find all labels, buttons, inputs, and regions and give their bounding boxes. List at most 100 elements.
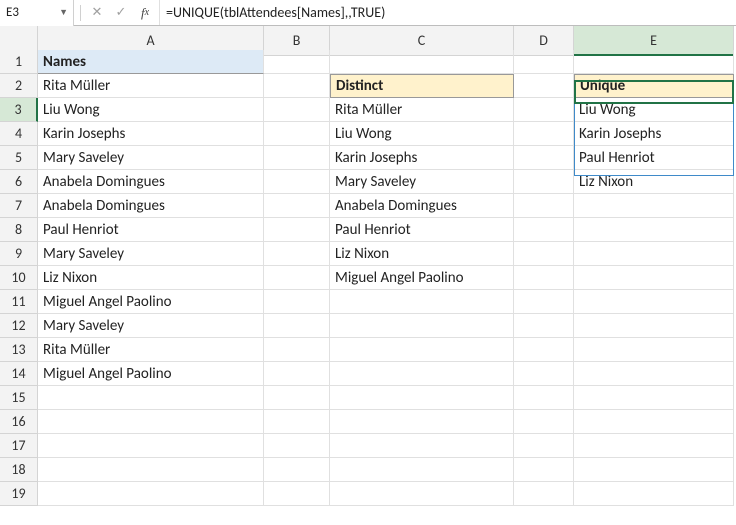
cell-A8[interactable]: Paul Henriot — [38, 218, 264, 242]
cell-B1[interactable] — [264, 50, 330, 74]
cell-E5[interactable]: Paul Henriot — [574, 146, 734, 170]
cell-D6[interactable] — [514, 170, 574, 194]
cell-E7[interactable] — [574, 194, 734, 218]
cell-D19[interactable] — [514, 482, 574, 506]
cell-B10[interactable] — [264, 266, 330, 290]
cell-C10[interactable]: Miguel Angel Paolino — [330, 266, 514, 290]
cell-B12[interactable] — [264, 314, 330, 338]
cell-B6[interactable] — [264, 170, 330, 194]
cell-A19[interactable] — [38, 482, 264, 506]
row-header-18[interactable]: 18 — [0, 458, 38, 482]
row-header-16[interactable]: 16 — [0, 410, 38, 434]
cell-D13[interactable] — [514, 338, 574, 362]
cell-D9[interactable] — [514, 242, 574, 266]
row-header-14[interactable]: 14 — [0, 362, 38, 386]
cell-C17[interactable] — [330, 434, 514, 458]
cell-E16[interactable] — [574, 410, 734, 434]
cell-A15[interactable] — [38, 386, 264, 410]
cell-B19[interactable] — [264, 482, 330, 506]
cell-B8[interactable] — [264, 218, 330, 242]
cell-C9[interactable]: Liz Nixon — [330, 242, 514, 266]
row-header-1[interactable]: 1 — [0, 50, 38, 74]
row-header-17[interactable]: 17 — [0, 434, 38, 458]
row-header-4[interactable]: 4 — [0, 122, 38, 146]
row-header-9[interactable]: 9 — [0, 242, 38, 266]
cell-A18[interactable] — [38, 458, 264, 482]
cell-D14[interactable] — [514, 362, 574, 386]
name-box[interactable]: E3 ▼ — [0, 0, 74, 26]
cell-E4[interactable]: Karin Josephs — [574, 122, 734, 146]
cell-A4[interactable]: Karin Josephs — [38, 122, 264, 146]
cell-A10[interactable]: Liz Nixon — [38, 266, 264, 290]
cell-E17[interactable] — [574, 434, 734, 458]
cell-A16[interactable] — [38, 410, 264, 434]
cell-E11[interactable] — [574, 290, 734, 314]
cell-D2[interactable] — [514, 74, 574, 98]
cell-A12[interactable]: Mary Saveley — [38, 314, 264, 338]
cell-C8[interactable]: Paul Henriot — [330, 218, 514, 242]
cell-B13[interactable] — [264, 338, 330, 362]
cell-B18[interactable] — [264, 458, 330, 482]
cell-E10[interactable] — [574, 266, 734, 290]
cell-D16[interactable] — [514, 410, 574, 434]
row-header-7[interactable]: 7 — [0, 194, 38, 218]
cell-B7[interactable] — [264, 194, 330, 218]
cell-D3[interactable] — [514, 98, 574, 122]
cell-D5[interactable] — [514, 146, 574, 170]
cell-C4[interactable]: Liu Wong — [330, 122, 514, 146]
cell-A6[interactable]: Anabela Domingues — [38, 170, 264, 194]
cell-A5[interactable]: Mary Saveley — [38, 146, 264, 170]
cell-B2[interactable] — [264, 74, 330, 98]
cell-A7[interactable]: Anabela Domingues — [38, 194, 264, 218]
cell-B14[interactable] — [264, 362, 330, 386]
cell-E6[interactable]: Liz Nixon — [574, 170, 734, 194]
cell-A11[interactable]: Miguel Angel Paolino — [38, 290, 264, 314]
cell-E9[interactable] — [574, 242, 734, 266]
cell-D12[interactable] — [514, 314, 574, 338]
row-header-10[interactable]: 10 — [0, 266, 38, 290]
cell-C11[interactable] — [330, 290, 514, 314]
cell-B5[interactable] — [264, 146, 330, 170]
cancel-icon[interactable]: ✕ — [87, 3, 107, 23]
cell-C13[interactable] — [330, 338, 514, 362]
name-box-dropdown-icon[interactable]: ▼ — [59, 7, 68, 18]
cell-D10[interactable] — [514, 266, 574, 290]
cell-E14[interactable] — [574, 362, 734, 386]
cell-D18[interactable] — [514, 458, 574, 482]
cell-C15[interactable] — [330, 386, 514, 410]
cell-A17[interactable] — [38, 434, 264, 458]
cell-B16[interactable] — [264, 410, 330, 434]
row-header-8[interactable]: 8 — [0, 218, 38, 242]
cell-E2[interactable]: Unique — [574, 74, 734, 98]
cell-C19[interactable] — [330, 482, 514, 506]
cell-A14[interactable]: Miguel Angel Paolino — [38, 362, 264, 386]
cell-D4[interactable] — [514, 122, 574, 146]
cell-E8[interactable] — [574, 218, 734, 242]
cell-C18[interactable] — [330, 458, 514, 482]
cell-D17[interactable] — [514, 434, 574, 458]
fx-icon[interactable]: fx — [135, 3, 155, 23]
cell-C16[interactable] — [330, 410, 514, 434]
row-header-6[interactable]: 6 — [0, 170, 38, 194]
cell-D15[interactable] — [514, 386, 574, 410]
cell-C5[interactable]: Karin Josephs — [330, 146, 514, 170]
cell-B3[interactable] — [264, 98, 330, 122]
row-header-13[interactable]: 13 — [0, 338, 38, 362]
cell-B11[interactable] — [264, 290, 330, 314]
cell-C14[interactable] — [330, 362, 514, 386]
cell-A9[interactable]: Mary Saveley — [38, 242, 264, 266]
cell-E19[interactable] — [574, 482, 734, 506]
cell-E12[interactable] — [574, 314, 734, 338]
cell-C6[interactable]: Mary Saveley — [330, 170, 514, 194]
cell-E3[interactable]: Liu Wong — [574, 98, 734, 122]
cell-D1[interactable] — [514, 50, 574, 74]
cell-E18[interactable] — [574, 458, 734, 482]
formula-input[interactable]: =UNIQUE(tblAttendees[Names],,TRUE) — [159, 0, 736, 25]
cell-B17[interactable] — [264, 434, 330, 458]
row-header-3[interactable]: 3 — [0, 98, 38, 122]
cell-D11[interactable] — [514, 290, 574, 314]
cell-E13[interactable] — [574, 338, 734, 362]
cell-A2[interactable]: Rita Müller — [38, 74, 264, 98]
cell-E15[interactable] — [574, 386, 734, 410]
cell-C12[interactable] — [330, 314, 514, 338]
